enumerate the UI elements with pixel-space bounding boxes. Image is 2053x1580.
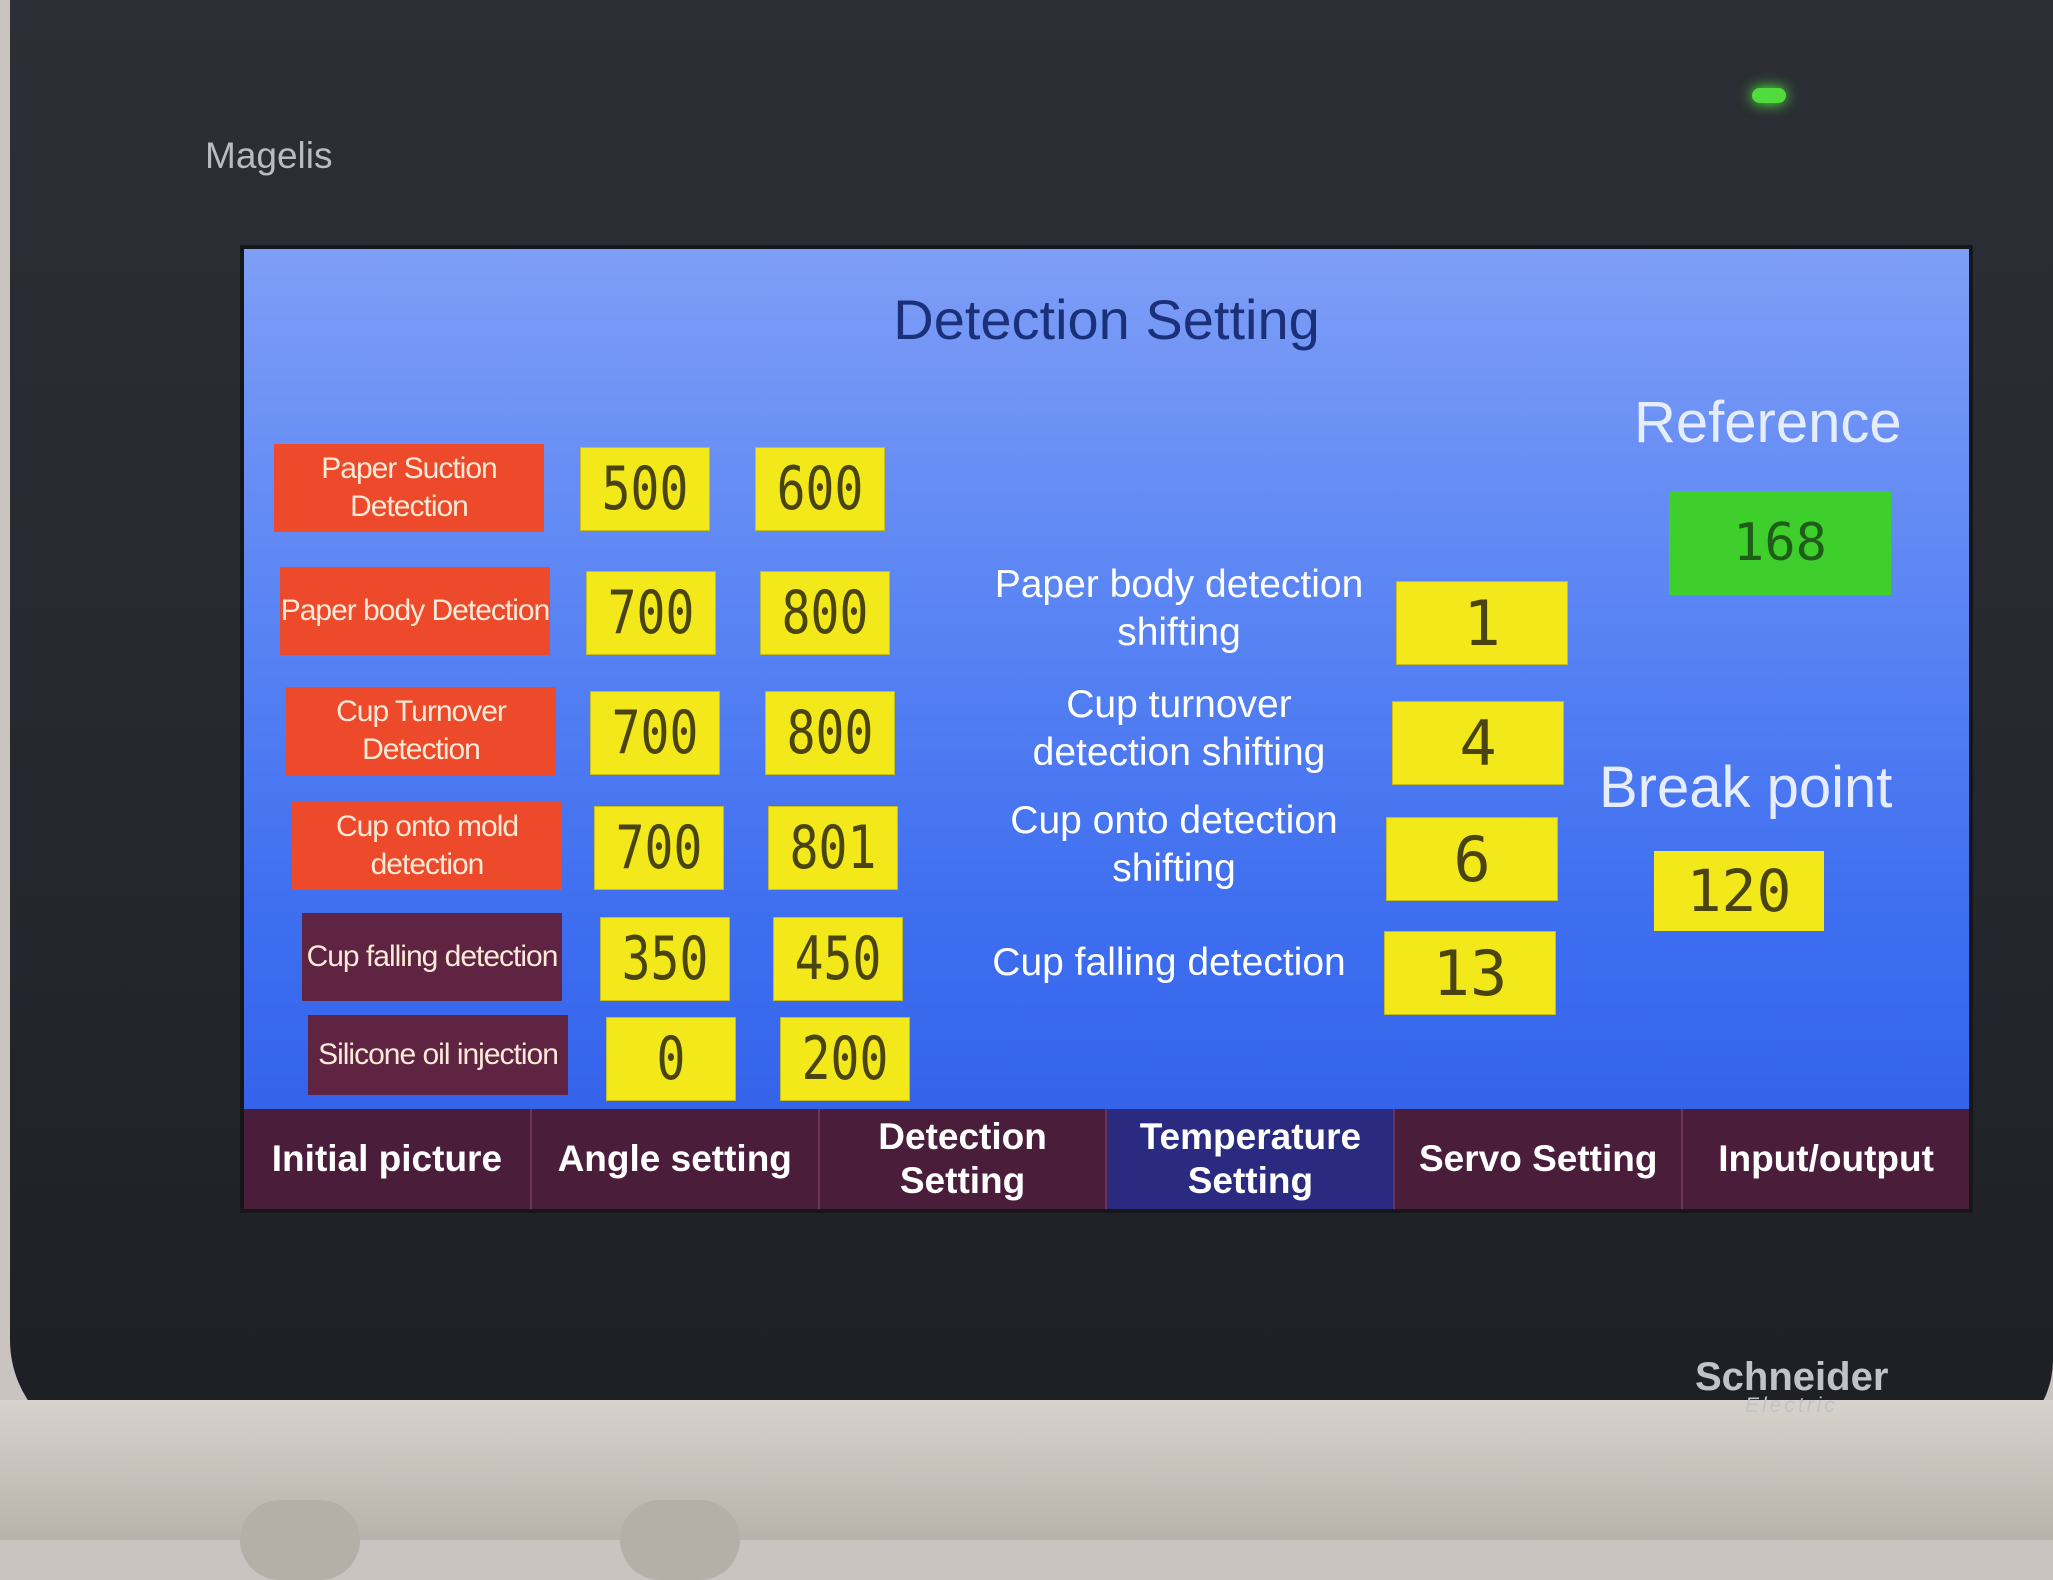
cup-falling-max-field[interactable]: 450	[773, 917, 903, 1001]
row-label-silicone-oil[interactable]: Silicone oil injection	[308, 1015, 568, 1095]
cup-falling-shifting-label: Cup falling detection	[992, 941, 1346, 984]
cup-turnover-shifting-label: Cup turnover detection shifting	[1032, 683, 1326, 774]
cup-turnover-max-field[interactable]: 800	[765, 691, 895, 775]
cup-onto-shifting-field[interactable]: 6	[1386, 817, 1558, 901]
device-base	[0, 1400, 2053, 1580]
paper-body-max-field[interactable]: 800	[760, 571, 890, 655]
silicone-oil-max-field[interactable]: 200	[780, 1017, 910, 1101]
row-label-cup-falling[interactable]: Cup falling detection	[302, 913, 562, 1001]
magelis-logo: Magelis	[205, 135, 333, 176]
hmi-screen: Detection Setting Paper Suction Detectio…	[240, 245, 1973, 1213]
nav-temperature-setting[interactable]: Temperature Setting	[1107, 1109, 1396, 1209]
nav-initial-picture[interactable]: Initial picture	[244, 1109, 532, 1209]
cup-falling-min-field[interactable]: 350	[600, 917, 730, 1001]
nav-detection-setting[interactable]: Detection Setting	[820, 1109, 1108, 1209]
paper-suction-max-field[interactable]: 600	[755, 447, 885, 531]
power-led-icon	[1752, 88, 1786, 103]
nav-input-output[interactable]: Input/output	[1683, 1109, 1969, 1209]
bottom-nav: Initial picture Angle setting Detection …	[244, 1109, 1969, 1209]
base-knob	[620, 1500, 740, 1580]
cup-turnover-min-field[interactable]: 700	[590, 691, 720, 775]
cup-falling-shifting-field[interactable]: 13	[1384, 931, 1556, 1015]
paper-body-shifting-field[interactable]: 1	[1396, 581, 1568, 665]
page-title: Detection Setting	[893, 288, 1320, 351]
break-point-label: Break point	[1599, 755, 1893, 820]
paper-suction-min-field[interactable]: 500	[580, 447, 710, 531]
nav-angle-setting[interactable]: Angle setting	[532, 1109, 820, 1209]
break-point-field[interactable]: 120	[1654, 851, 1824, 931]
row-label-cup-turnover[interactable]: Cup Turnover Detection	[286, 687, 556, 775]
silicone-oil-min-field[interactable]: 0	[606, 1017, 736, 1101]
schneider-electric-logo: Schneider Electric	[1695, 1355, 1888, 1418]
base-knob	[240, 1500, 360, 1580]
cup-onto-shifting-label: Cup onto detection shifting	[1010, 799, 1338, 890]
reference-label: Reference	[1634, 390, 1902, 455]
row-label-cup-onto-mold[interactable]: Cup onto mold detection	[292, 802, 562, 890]
row-label-paper-body[interactable]: Paper body Detection	[280, 567, 550, 655]
cup-onto-mold-max-field[interactable]: 801	[768, 806, 898, 890]
paper-body-min-field[interactable]: 700	[586, 571, 716, 655]
paper-body-shifting-label: Paper body detection shifting	[994, 563, 1364, 654]
cup-onto-mold-min-field[interactable]: 700	[594, 806, 724, 890]
cup-turnover-shifting-field[interactable]: 4	[1392, 701, 1564, 785]
reference-value-display: 168	[1669, 491, 1891, 595]
nav-servo-setting[interactable]: Servo Setting	[1395, 1109, 1684, 1209]
row-label-paper-suction[interactable]: Paper Suction Detection	[274, 444, 544, 532]
